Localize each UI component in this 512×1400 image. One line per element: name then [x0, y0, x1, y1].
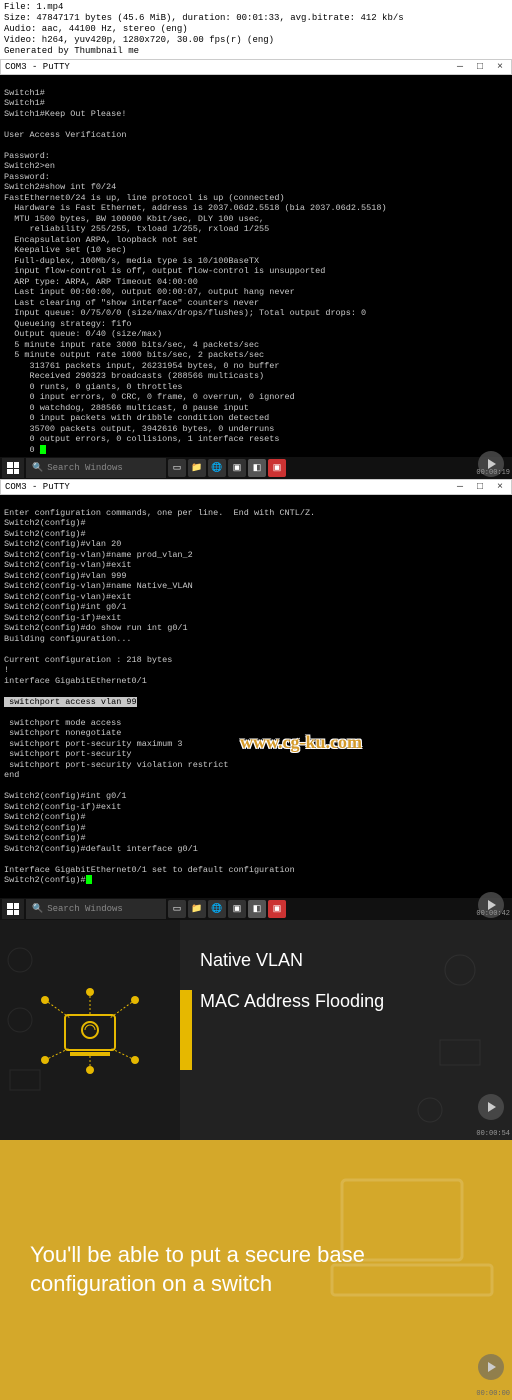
window-controls[interactable]: — □ × — [457, 62, 507, 73]
play-button-3[interactable] — [478, 1094, 504, 1120]
windows-icon — [7, 462, 19, 474]
timestamp-3: 00:00:54 — [476, 1130, 510, 1138]
app-task-icon[interactable]: ◧ — [248, 459, 266, 477]
watermark-text: www.cg-ku.com — [240, 737, 362, 748]
putty-titlebar-2[interactable]: COM3 - PuTTY — □ × — [0, 479, 512, 495]
start-button[interactable] — [2, 458, 24, 478]
file-size: Size: 47847171 bytes (45.6 MiB), duratio… — [4, 13, 508, 24]
term2-last: Switch2(config)# — [4, 875, 86, 885]
term2-partial: Interface GigabitEthernet0/1 set to defa… — [4, 865, 295, 875]
task-view-icon-2[interactable]: ▭ — [168, 900, 186, 918]
putty-task-icon-2[interactable]: ▣ — [228, 900, 246, 918]
search-icon: 🔍 — [32, 463, 43, 473]
network-diagram-icon — [30, 980, 150, 1080]
terminal-2[interactable]: Enter configuration commands, one per li… — [0, 495, 512, 898]
file-audio: Audio: aac, 44100 Hz, stereo (eng) — [4, 24, 508, 35]
putty-title-text-2: COM3 - PuTTY — [5, 482, 70, 492]
search-input[interactable]: 🔍 Search Windows — [26, 458, 166, 478]
slide-native-vlan: Native VLAN MAC Address Flooding 00:00:5… — [0, 920, 512, 1140]
putty-task-icon[interactable]: ▣ — [228, 459, 246, 477]
putty-title-text: COM3 - PuTTY — [5, 62, 70, 72]
task-view-icon[interactable]: ▭ — [168, 459, 186, 477]
slide1-right-panel: Native VLAN MAC Address Flooding 00:00:5… — [180, 920, 512, 1140]
start-button-2[interactable] — [2, 899, 24, 919]
putty-titlebar-1[interactable]: COM3 - PuTTY — □ × — [0, 59, 512, 75]
cursor-1: _ — [40, 445, 46, 454]
play-button-4[interactable] — [478, 1354, 504, 1380]
app-task-icon-2[interactable]: ▣ — [268, 459, 286, 477]
terminal-1[interactable]: Switch1# Switch1# Switch1#Keep Out Pleas… — [0, 75, 512, 457]
slide-secure-base: You'll be able to put a secure base conf… — [0, 1140, 512, 1400]
timestamp-2: 00:00:42 — [476, 910, 510, 918]
search-placeholder: Search Windows — [47, 463, 123, 473]
file-name: File: 1.mp4 — [4, 2, 508, 13]
term2-mid: switchport mode access switchport nonego… — [4, 718, 228, 854]
term1-lines: Switch1# Switch1# Switch1#Keep Out Pleas… — [4, 88, 387, 445]
term2-highlight-line: switchport access vlan 99 — [4, 697, 137, 707]
cursor-2: _ — [86, 875, 92, 884]
folder-icon-2[interactable]: 📁 — [188, 900, 206, 918]
chrome-icon-2[interactable]: 🌐 — [208, 900, 226, 918]
window-controls-2[interactable]: — □ × — [457, 482, 507, 493]
timestamp-1: 00:00:19 — [476, 469, 510, 477]
folder-icon[interactable]: 📁 — [188, 459, 206, 477]
app-task-icon-4[interactable]: ▣ — [268, 900, 286, 918]
windows-icon-2 — [7, 903, 19, 915]
slide1-left-panel — [0, 920, 180, 1140]
search-placeholder-2: Search Windows — [47, 904, 123, 914]
laptop-background-icon — [322, 1170, 502, 1310]
term2-top: Enter configuration commands, one per li… — [4, 508, 315, 686]
file-info-header: File: 1.mp4 Size: 47847171 bytes (45.6 M… — [0, 0, 512, 59]
search-input-2[interactable]: 🔍 Search Windows — [26, 899, 166, 919]
taskbar-1[interactable]: 🔍 Search Windows ▭ 📁 🌐 ▣ ◧ ▣ 00:00:19 — [0, 457, 512, 479]
background-pattern-2 — [180, 920, 512, 1140]
timestamp-4: 00:00:00 — [476, 1390, 510, 1398]
chrome-icon[interactable]: 🌐 — [208, 459, 226, 477]
file-generated: Generated by Thumbnail me — [4, 46, 508, 57]
taskbar-2[interactable]: 🔍 Search Windows ▭ 📁 🌐 ▣ ◧ ▣ 00:00:42 — [0, 898, 512, 920]
search-icon-2: 🔍 — [32, 904, 43, 914]
app-task-icon-3[interactable]: ◧ — [248, 900, 266, 918]
file-video: Video: h264, yuv420p, 1280x720, 30.00 fp… — [4, 35, 508, 46]
